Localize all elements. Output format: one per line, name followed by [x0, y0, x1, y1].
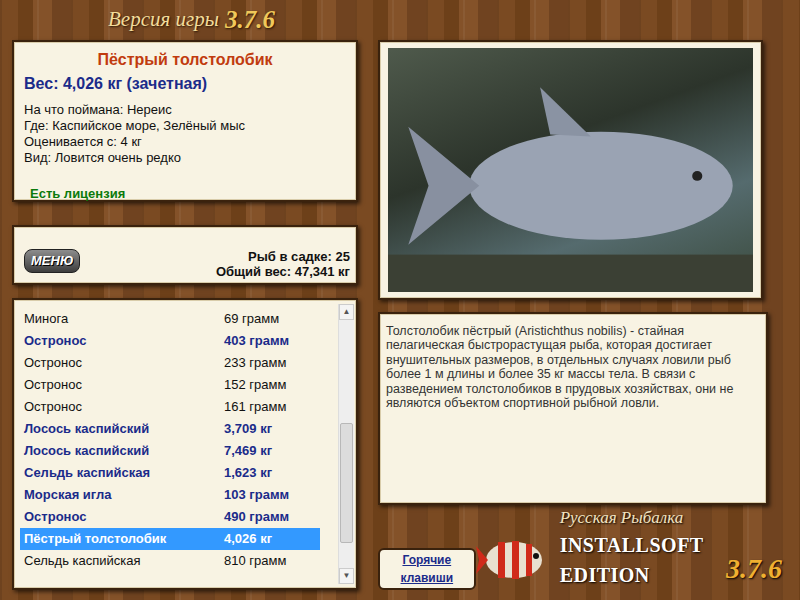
catch-name: Остронос	[24, 331, 224, 351]
game-logo: Русская РыбалкаINSTALLSOFT EDITION3.7.6	[476, 505, 782, 591]
catch-weight: 1,623 кг	[224, 463, 272, 483]
catch-name: Остронос	[24, 375, 224, 395]
catch-row[interactable]: Лосось каспийский7,469 кг	[20, 440, 320, 462]
scroll-down-button[interactable]: ▼	[339, 568, 354, 584]
catch-weight: 103 грамм	[224, 485, 289, 505]
catch-row[interactable]: Остронос152 грамм	[20, 374, 320, 396]
fish-detail: Оценивается с: 4 кг	[24, 134, 346, 150]
catch-row[interactable]: Остронос233 грамм	[20, 352, 320, 374]
catch-name: Морская игла	[24, 485, 224, 505]
version-label: Версия игры	[108, 4, 219, 36]
license-status: Есть лицензия	[30, 184, 346, 204]
fish-photo	[388, 48, 753, 292]
cage-count: Рыб в садке: 25	[216, 249, 350, 264]
catch-row[interactable]: Остронос161 грамм	[20, 396, 320, 418]
catch-weight: 161 грамм	[224, 397, 286, 417]
photo-panel	[378, 40, 763, 300]
right-column: Толстолобик пёстрый (Aristichthus nobili…	[378, 40, 778, 591]
catch-row[interactable]: Сельдь каспийская810 грамм	[20, 550, 320, 572]
scroll-track[interactable]	[339, 320, 354, 569]
fish-name: Пёстрый толстолобик	[24, 48, 346, 72]
hotkeys-button[interactable]: Горячие клавиши	[378, 548, 476, 590]
fish-info-panel: Пёстрый толстолобикВес: 4,026 кг (зачетн…	[12, 40, 358, 202]
menu-button[interactable]: МЕНЮ	[24, 249, 80, 273]
cage-total: Общий вес: 47,341 кг	[216, 264, 350, 279]
catch-list: Минога69 граммОстронос403 граммОстронос2…	[12, 298, 358, 591]
catch-weight: 3,709 кг	[224, 419, 272, 439]
main-area: Пёстрый толстолобикВес: 4,026 кг (зачетн…	[12, 40, 790, 591]
catch-weight: 403 грамм	[224, 331, 289, 351]
catch-weight: 490 грамм	[224, 507, 289, 527]
catch-row[interactable]: Пёстрый толстолобик4,026 кг	[20, 528, 320, 550]
logo-text: Русская РыбалкаINSTALLSOFT EDITION3.7.6	[560, 505, 782, 591]
fish-logo-icon	[476, 528, 556, 590]
title-bar: Версия игры3.7.6	[12, 0, 790, 40]
scrollbar[interactable]: ▲▼	[338, 304, 354, 585]
catch-name: Сельдь каспийская	[24, 463, 224, 483]
catch-weight: 69 грамм	[224, 309, 279, 329]
fish-detail: Где: Каспийское море, Зелёный мыс	[24, 118, 346, 134]
catch-rows: Минога69 граммОстронос403 граммОстронос2…	[20, 304, 338, 585]
left-column: Пёстрый толстолобикВес: 4,026 кг (зачетн…	[12, 40, 358, 591]
scroll-up-button[interactable]: ▲	[339, 304, 354, 320]
catch-weight: 810 грамм	[224, 551, 286, 571]
catch-name: Сельдь каспийская	[24, 551, 224, 571]
catch-name: Пёстрый толстолобик	[24, 529, 224, 549]
catch-weight: 7,469 кг	[224, 441, 272, 461]
catch-row[interactable]: Остронос490 грамм	[20, 506, 320, 528]
scroll-thumb[interactable]	[340, 423, 353, 543]
catch-row[interactable]: Остронос403 грамм	[20, 330, 320, 352]
fish-detail: На что поймана: Нереис	[24, 102, 346, 118]
catch-name: Остронос	[24, 397, 224, 417]
version-number: 3.7.6	[225, 1, 275, 39]
cage-panel: МЕНЮ Рыб в садке: 25Общий вес: 47,341 кг	[12, 225, 358, 285]
catch-weight: 152 грамм	[224, 375, 286, 395]
catch-row[interactable]: Лосось каспийский3,709 кг	[20, 418, 320, 440]
logo-edition-row: INSTALLSOFT EDITION3.7.6	[560, 530, 782, 590]
catch-name: Лосось каспийский	[24, 419, 224, 439]
catch-weight: 4,026 кг	[224, 529, 272, 549]
fish-detail: Вид: Ловится очень редко	[24, 150, 346, 166]
game-window: Версия игры3.7.6Пёстрый толстолобикВес: …	[0, 0, 800, 600]
catch-name: Минога	[24, 309, 224, 329]
catch-weight: 233 грамм	[224, 353, 286, 373]
fish-picture-icon	[388, 48, 753, 292]
catch-row[interactable]: Минога69 грамм	[20, 308, 320, 330]
logo-title: Русская Рыбалка	[560, 505, 782, 531]
cage-summary: Рыб в садке: 25Общий вес: 47,341 кг	[216, 249, 350, 279]
fish-description: Толстолобик пёстрый (Aristichthus nobili…	[378, 312, 768, 505]
fish-weight: Вес: 4,026 кг (зачетная)	[24, 72, 346, 96]
logo-edition: INSTALLSOFT EDITION	[560, 530, 722, 590]
bottom-bar: Горячие клавишиРусская РыбалкаINSTALLSOF…	[378, 505, 778, 591]
catch-name: Остронос	[24, 507, 224, 527]
catch-name: Лосось каспийский	[24, 441, 224, 461]
logo-version: 3.7.6	[726, 548, 782, 590]
catch-row[interactable]: Морская игла103 грамм	[20, 484, 320, 506]
catch-row[interactable]: Сельдь каспийская1,623 кг	[20, 462, 320, 484]
catch-name: Остронос	[24, 353, 224, 373]
